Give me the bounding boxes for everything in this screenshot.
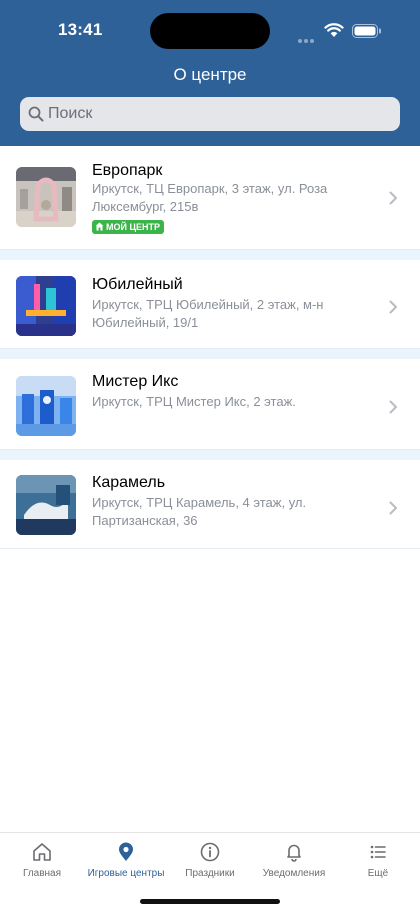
chevron-right-icon — [389, 300, 397, 314]
search-icon — [28, 106, 44, 122]
signal-dots-icon — [298, 30, 320, 43]
chevron-right-icon — [389, 501, 397, 515]
list-icon — [370, 845, 386, 859]
search-input[interactable] — [48, 97, 388, 131]
center-name: Карамель — [92, 474, 166, 491]
centers-list: Европарк Иркутск, ТЦ Европарк, 3 этаж, у… — [0, 146, 420, 549]
tab-more[interactable]: Ещё — [336, 841, 420, 885]
badge-label: МОЙ ЦЕНТР — [106, 222, 161, 232]
center-item-europark[interactable]: Европарк Иркутск, ТЦ Европарк, 3 этаж, у… — [0, 146, 420, 250]
center-name: Мистер Икс — [92, 373, 179, 390]
center-photo — [16, 376, 76, 436]
tab-label: Главная — [22, 868, 62, 879]
info-icon — [200, 842, 220, 862]
center-photo — [16, 475, 76, 535]
location-pin-icon — [119, 842, 133, 861]
my-center-badge: МОЙ ЦЕНТР — [92, 220, 165, 234]
status-time: 13:41 — [58, 20, 103, 39]
center-item-karamel[interactable]: Карамель Иркутск, ТРЦ Карамель, 4 этаж, … — [0, 460, 420, 549]
wifi-icon — [324, 23, 344, 37]
page-title: О центре — [173, 65, 247, 84]
divider — [0, 349, 420, 359]
tab-notifications[interactable]: Уведомления — [252, 841, 336, 885]
center-address: Иркутск, ТЦ Европарк, 3 этаж, ул. Роза Л… — [92, 181, 328, 214]
center-address: Иркутск, ТРЦ Юбилейный, 2 этаж, м-н Юбил… — [92, 297, 324, 330]
chevron-right-icon — [389, 191, 397, 205]
center-name: Юбилейный — [92, 276, 183, 293]
home-small-icon — [95, 222, 104, 231]
divider — [0, 250, 420, 260]
home-indicator — [140, 899, 280, 904]
bell-icon — [287, 844, 301, 862]
tab-home[interactable]: Главная — [0, 841, 84, 885]
home-icon — [33, 843, 51, 861]
center-name: Европарк — [92, 162, 163, 179]
search-bar[interactable] — [20, 97, 400, 131]
divider — [0, 450, 420, 460]
header: 13:41 О центре — [0, 0, 420, 146]
tab-label: Ещё — [367, 868, 389, 879]
tab-label: Уведомления — [262, 868, 326, 879]
status-bar: 13:41 — [0, 0, 420, 56]
tab-play-centers[interactable]: Игровые центры — [84, 841, 168, 885]
center-item-yubileyny[interactable]: Юбилейный Иркутск, ТРЦ Юбилейный, 2 этаж… — [0, 260, 420, 349]
center-photo — [16, 276, 76, 336]
center-photo — [16, 167, 76, 227]
battery-icon — [352, 24, 381, 38]
dynamic-island — [150, 13, 270, 49]
tab-label: Игровые центры — [87, 868, 165, 879]
chevron-right-icon — [389, 400, 397, 414]
center-item-mister-iks[interactable]: Мистер Икс Иркутск, ТРЦ Мистер Икс, 2 эт… — [0, 359, 420, 450]
tab-holidays[interactable]: Праздники — [168, 841, 252, 885]
center-address: Иркутск, ТРЦ Мистер Икс, 2 этаж. — [92, 394, 296, 409]
tab-label: Праздники — [185, 868, 235, 879]
center-address: Иркутск, ТРЦ Карамель, 4 этаж, ул. Парти… — [92, 495, 307, 528]
